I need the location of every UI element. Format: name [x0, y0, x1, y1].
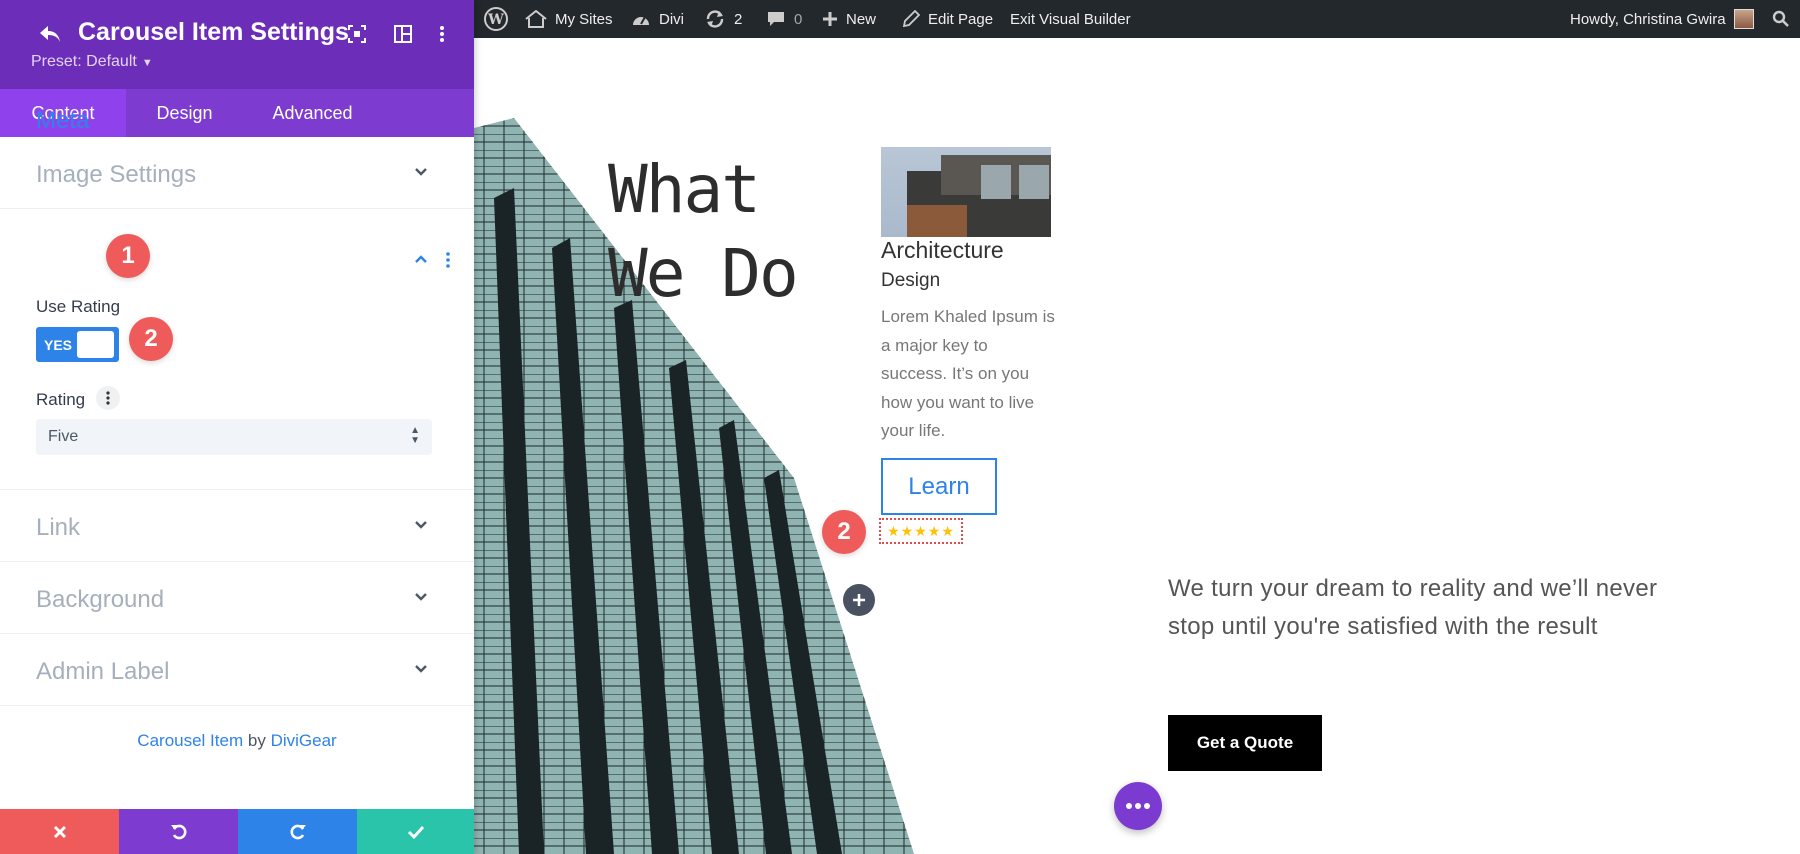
add-module-button[interactable] [843, 584, 875, 616]
howdy-label: Howdy, Christina Gwira [1570, 10, 1726, 28]
new-label: New [846, 10, 877, 28]
dashboard-icon [633, 16, 649, 25]
search-icon[interactable] [1772, 0, 1798, 38]
comments-count: 0 [794, 10, 803, 28]
ellipsis-icon [1126, 803, 1150, 809]
user-menu[interactable]: Howdy, Christina Gwira [1570, 0, 1754, 38]
tagline-text: We turn your dream to reality and we’ll … [1168, 575, 1658, 640]
carousel-item-image [881, 147, 1051, 237]
module-credit: Carousel Item by DiviGear [0, 731, 474, 751]
exit-builder-label: Exit Visual Builder [1010, 10, 1131, 28]
section-label: Image Settings [36, 161, 197, 188]
use-rating-toggle[interactable]: YES [36, 327, 119, 362]
caret-down-icon: ▼ [141, 57, 153, 69]
panel-title: Carousel Item Settings [78, 18, 349, 46]
page-canvas: What We Do Architecture Design Lorem Kha… [474, 38, 1800, 854]
rating-options-icon[interactable] [96, 386, 120, 410]
discard-button[interactable] [0, 809, 119, 854]
get-quote-button[interactable]: Get a Quote [1168, 715, 1322, 771]
new-menu[interactable]: New [822, 0, 876, 38]
chevron-down-icon [415, 665, 427, 673]
builder-settings-button[interactable] [1114, 782, 1162, 830]
check-icon [407, 825, 424, 839]
settings-panel: Carousel Item Settings Preset: Default ▼ … [0, 0, 474, 854]
panel-footer [0, 809, 474, 854]
section-image-settings[interactable]: Image Settings [0, 137, 474, 209]
wp-admin-bar: W My Sites Divi 2 0 New Edit Page Exit V… [474, 0, 1800, 38]
step-badge-2-canvas: 2 [822, 510, 866, 554]
close-icon [53, 825, 66, 838]
section-label: Link [36, 514, 81, 541]
my-sites-menu[interactable]: My Sites [525, 0, 613, 38]
chevron-down-icon [415, 168, 427, 176]
undo-button[interactable] [119, 809, 238, 854]
carousel-item-body: Lorem Khaled Ipsum is a major key to suc… [881, 307, 1055, 440]
heading-line-2: We Do [608, 235, 799, 312]
save-button[interactable] [357, 809, 474, 854]
step-badge-2: 2 [129, 317, 173, 361]
section-label: Background [36, 586, 165, 613]
panel-header: Carousel Item Settings Preset: Default ▼ [0, 0, 474, 89]
refresh-icon [706, 10, 724, 28]
redo-icon [290, 824, 306, 839]
use-rating-label: Use Rating [36, 297, 121, 316]
edit-page-label: Edit Page [928, 10, 994, 28]
section-options-icon[interactable] [444, 251, 452, 269]
credit-by: by [247, 731, 266, 750]
wordpress-logo-icon[interactable]: W [484, 0, 516, 38]
split-view-icon[interactable] [391, 22, 415, 46]
section-label: Admin Label [36, 658, 170, 685]
toggle-knob [77, 331, 114, 358]
preset-selector[interactable]: Preset: Default ▼ [31, 53, 153, 71]
my-sites-label: My Sites [555, 10, 613, 28]
rating-label: Rating [36, 390, 86, 409]
carousel-item-subtitle: Design [881, 270, 941, 291]
select-arrows-icon: ▲ ▼ [410, 425, 420, 446]
star-rating[interactable]: ★★★★★ [879, 518, 963, 544]
step-badge-1: 1 [106, 234, 150, 278]
undo-back-icon[interactable] [36, 20, 64, 48]
expand-icon[interactable] [345, 22, 369, 46]
section-link[interactable]: Link [0, 490, 474, 562]
plus-icon [853, 594, 865, 606]
tab-design[interactable]: Design [126, 89, 243, 137]
comments-menu[interactable]: 0 [766, 0, 802, 38]
house-icon [525, 10, 547, 28]
section-meta-title[interactable]: Meta [36, 107, 89, 135]
updates-menu[interactable]: 2 [704, 0, 742, 38]
rating-select[interactable]: Five ▲ ▼ [36, 419, 432, 455]
section-admin-label[interactable]: Admin Label [0, 634, 474, 706]
pencil-icon [902, 10, 920, 28]
heading-line-1: What [608, 151, 761, 228]
plus-icon [823, 12, 837, 26]
redo-button[interactable] [238, 809, 357, 854]
section-heading: What We Do [608, 148, 799, 316]
divi-menu[interactable]: Divi [631, 0, 684, 38]
chevron-down-icon [415, 593, 427, 601]
rating-select-value: Five [48, 428, 79, 445]
avatar [1733, 9, 1754, 29]
divi-label: Divi [659, 10, 684, 28]
preset-label: Preset: Default [31, 53, 137, 70]
svg-text:W: W [487, 12, 504, 28]
edit-page-link[interactable]: Edit Page [902, 0, 993, 38]
toggle-state: YES [44, 337, 73, 353]
chevron-down-icon [415, 521, 427, 529]
section-background[interactable]: Background [0, 562, 474, 634]
tab-advanced[interactable]: Advanced [243, 89, 382, 137]
chevron-up-icon[interactable] [412, 250, 430, 268]
module-link[interactable]: Carousel Item [137, 731, 243, 750]
more-options-icon[interactable] [430, 22, 454, 46]
learn-button[interactable]: Learn [881, 458, 997, 515]
undo-icon [170, 824, 186, 839]
exit-visual-builder-link[interactable]: Exit Visual Builder [1010, 0, 1131, 38]
author-link[interactable]: DiviGear [271, 731, 337, 750]
carousel-item-title: Architecture [881, 237, 1004, 263]
updates-count: 2 [734, 10, 743, 28]
comment-icon [768, 12, 784, 26]
